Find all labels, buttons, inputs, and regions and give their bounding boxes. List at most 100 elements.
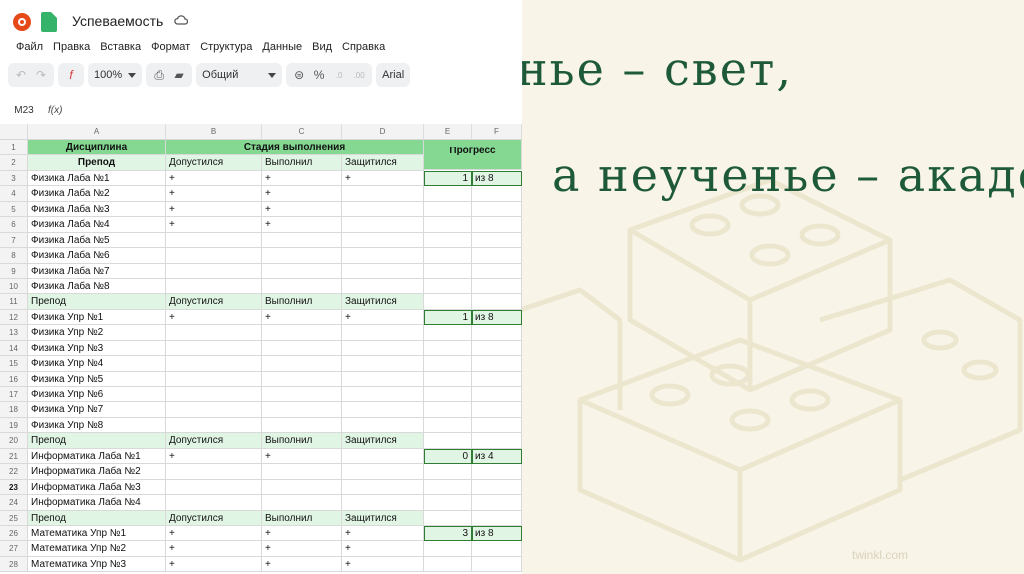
cell-defended[interactable] xyxy=(342,387,424,403)
redo-icon[interactable]: ↷ xyxy=(34,68,48,82)
row-number[interactable]: 21 xyxy=(0,448,28,465)
cell-progress-count[interactable] xyxy=(424,417,472,434)
row-number[interactable]: 25 xyxy=(0,510,28,526)
cell-progress-count[interactable] xyxy=(424,433,472,449)
cell-defended[interactable] xyxy=(342,278,424,295)
cell-progress-total[interactable] xyxy=(472,340,522,357)
cell-defended[interactable] xyxy=(342,479,424,496)
header-defended-cell[interactable]: Защитился xyxy=(342,155,424,171)
cell-admitted[interactable]: + xyxy=(166,186,262,202)
row-number[interactable]: 23 xyxy=(0,479,28,496)
cell-done[interactable]: Выполнил xyxy=(262,510,342,526)
cell-defended[interactable] xyxy=(342,201,424,218)
row-number[interactable]: 14 xyxy=(0,340,28,357)
row-number[interactable]: 12 xyxy=(0,309,28,326)
undo-icon[interactable]: ↶ xyxy=(14,68,28,82)
row-number[interactable]: 8 xyxy=(0,248,28,264)
cell-progress-total[interactable] xyxy=(472,325,522,341)
row-number[interactable]: 20 xyxy=(0,433,28,449)
cell-done[interactable] xyxy=(262,417,342,434)
cell-progress-total[interactable]: из 8 xyxy=(472,525,522,542)
cell-progress-total[interactable] xyxy=(472,186,522,202)
cell-admitted[interactable] xyxy=(166,325,262,341)
cell-admitted[interactable] xyxy=(166,248,262,264)
cell-discipline[interactable]: Физика Упр №3 xyxy=(28,340,166,357)
row-number[interactable]: 16 xyxy=(0,371,28,387)
cell-defended[interactable] xyxy=(342,495,424,511)
row-number[interactable]: 6 xyxy=(0,217,28,233)
row-number[interactable]: 27 xyxy=(0,541,28,557)
cell-progress-count[interactable]: 1 xyxy=(424,309,472,326)
cell-done[interactable]: + xyxy=(262,217,342,233)
cell-done[interactable] xyxy=(262,232,342,249)
cell-discipline[interactable]: Физика Упр №5 xyxy=(28,371,166,387)
column-header-f[interactable]: F xyxy=(472,124,522,139)
cell-defended[interactable]: Защитился xyxy=(342,510,424,526)
menu-format[interactable]: Формат xyxy=(151,41,190,53)
cell-progress-count[interactable] xyxy=(424,248,472,264)
cell-discipline[interactable]: Физика Лаба №5 xyxy=(28,232,166,249)
cell-admitted[interactable] xyxy=(166,340,262,357)
cell-discipline[interactable]: Информатика Лаба №1 xyxy=(28,448,166,465)
cell-discipline[interactable]: Математика Упр №2 xyxy=(28,541,166,557)
cell-progress-total[interactable] xyxy=(472,387,522,403)
cell-defended[interactable]: Защитился xyxy=(342,294,424,310)
cell-discipline[interactable]: Физика Лаба №8 xyxy=(28,278,166,295)
cell-defended[interactable]: + xyxy=(342,170,424,187)
row-number[interactable]: 26 xyxy=(0,525,28,542)
currency-icon[interactable]: ⊜ xyxy=(292,68,306,82)
cell-progress-total[interactable] xyxy=(472,371,522,387)
cell-defended[interactable] xyxy=(342,248,424,264)
cell-defended[interactable] xyxy=(342,340,424,357)
cell-admitted[interactable] xyxy=(166,371,262,387)
cell-done[interactable] xyxy=(262,278,342,295)
app-logo-icon[interactable] xyxy=(13,13,31,31)
cell-progress-total[interactable] xyxy=(472,232,522,249)
cell-admitted[interactable]: Допустился xyxy=(166,294,262,310)
cell-admitted[interactable]: + xyxy=(166,448,262,465)
cell-done[interactable]: Выполнил xyxy=(262,433,342,449)
cell-done[interactable] xyxy=(262,464,342,480)
cell-progress-total[interactable]: из 8 xyxy=(472,309,522,326)
menu-structure[interactable]: Структура xyxy=(200,41,252,53)
cell-done[interactable] xyxy=(262,371,342,387)
cell-discipline[interactable]: Препод xyxy=(28,510,166,526)
function-button[interactable]: f xyxy=(58,63,84,87)
document-title[interactable]: Успеваемость xyxy=(72,13,163,29)
cell-defended[interactable]: + xyxy=(342,541,424,557)
cell-done[interactable]: + xyxy=(262,309,342,326)
cell-done[interactable] xyxy=(262,495,342,511)
progress-label[interactable]: Прогресс xyxy=(424,147,522,171)
cell-defended[interactable] xyxy=(342,232,424,249)
cell-discipline[interactable]: Физика Лаба №4 xyxy=(28,217,166,233)
cell-admitted[interactable] xyxy=(166,495,262,511)
cell-discipline[interactable]: Физика Лаба №7 xyxy=(28,263,166,279)
cell-admitted[interactable] xyxy=(166,387,262,403)
cell-defended[interactable] xyxy=(342,263,424,279)
cell-admitted[interactable] xyxy=(166,356,262,372)
column-header-e[interactable]: E xyxy=(424,124,472,139)
cell-admitted[interactable]: + xyxy=(166,201,262,218)
column-header-d[interactable]: D xyxy=(342,124,424,139)
cell-done[interactable]: + xyxy=(262,170,342,187)
cell-reference[interactable]: M23 xyxy=(0,105,48,116)
cell-admitted[interactable]: + xyxy=(166,541,262,557)
cell-defended[interactable]: + xyxy=(342,556,424,573)
cell-discipline[interactable]: Физика Упр №6 xyxy=(28,387,166,403)
header-admitted-cell[interactable]: Допустился xyxy=(166,155,262,171)
row-number[interactable]: 10 xyxy=(0,278,28,295)
cell-progress-total[interactable] xyxy=(472,217,522,233)
cell-defended[interactable] xyxy=(342,402,424,418)
cell-defended[interactable] xyxy=(342,325,424,341)
percent-icon[interactable]: % xyxy=(312,68,326,82)
cell-defended[interactable]: + xyxy=(342,525,424,542)
cell-discipline[interactable]: Информатика Лаба №3 xyxy=(28,479,166,496)
cell-progress-count[interactable] xyxy=(424,201,472,218)
cell-defended[interactable] xyxy=(342,186,424,202)
cell-done[interactable] xyxy=(262,263,342,279)
cell-done[interactable]: + xyxy=(262,541,342,557)
row-number[interactable]: 13 xyxy=(0,325,28,341)
cell-progress-count[interactable] xyxy=(424,217,472,233)
cell-progress-total[interactable] xyxy=(472,510,522,526)
cell-progress-total[interactable] xyxy=(472,278,522,295)
